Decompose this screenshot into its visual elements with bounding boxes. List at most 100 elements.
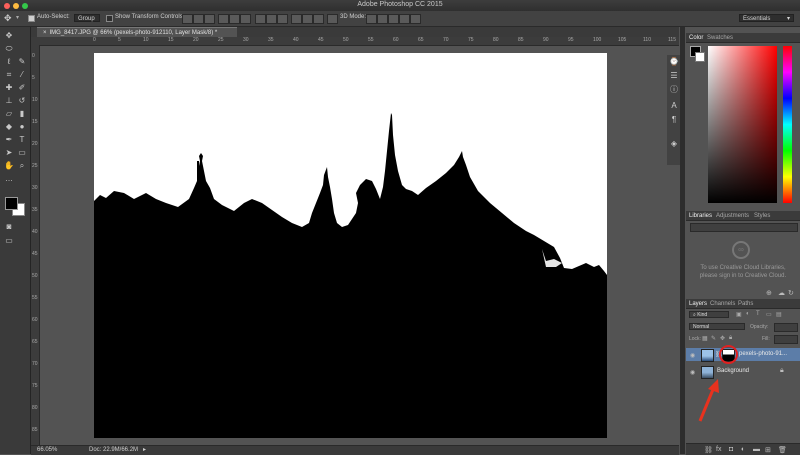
- document-canvas[interactable]: [94, 53, 607, 438]
- new-group-icon[interactable]: ▬: [753, 446, 760, 453]
- 3d-roll-button[interactable]: [377, 14, 388, 24]
- zoom-icon[interactable]: ⌕: [16, 160, 28, 171]
- tab-layers[interactable]: Layers: [689, 300, 707, 308]
- layer-style-icon[interactable]: fx: [716, 446, 721, 453]
- layer-filter-dropdown[interactable]: ⌕ Kind: [689, 311, 729, 318]
- quick-mask-icon[interactable]: ◙: [3, 221, 15, 232]
- stamp-icon[interactable]: ⊥: [3, 95, 15, 106]
- distribute-left-button[interactable]: [291, 14, 302, 24]
- adjustment-layer-icon[interactable]: ◐: [741, 446, 745, 453]
- tab-adjustments[interactable]: Adjustments: [716, 212, 749, 220]
- align-vcenter-button[interactable]: [193, 14, 204, 24]
- align-left-button[interactable]: [218, 14, 229, 24]
- gradient-icon[interactable]: ▮: [16, 108, 28, 119]
- 3d-slide-button[interactable]: [399, 14, 410, 24]
- lock-all-icon[interactable]: 🔒︎: [729, 335, 732, 342]
- marquee-icon[interactable]: ⬭: [3, 43, 15, 54]
- tab-paths[interactable]: Paths: [738, 300, 753, 308]
- healing-icon[interactable]: ✚: [3, 82, 15, 93]
- screen-mode-icon[interactable]: ▭: [3, 235, 15, 246]
- 3d-rotate-button[interactable]: [366, 14, 377, 24]
- eraser-icon[interactable]: ▱: [3, 108, 15, 119]
- align-bottom-button[interactable]: [204, 14, 215, 24]
- layer-name[interactable]: pexels-photo-91...: [739, 351, 787, 357]
- layer-name-background[interactable]: Background: [717, 368, 749, 374]
- link-layers-icon[interactable]: ⛓: [704, 446, 713, 454]
- info-panel-icon[interactable]: ⓘ: [669, 85, 679, 95]
- hand-icon[interactable]: ✋: [3, 160, 15, 171]
- paragraph-panel-icon[interactable]: ¶: [669, 115, 679, 125]
- shape-icon[interactable]: ▭: [16, 147, 28, 158]
- properties-panel-icon[interactable]: ☰: [669, 71, 679, 81]
- character-panel-icon[interactable]: A: [669, 101, 679, 111]
- filter-shape-icon[interactable]: ▭: [766, 311, 772, 318]
- fill-field[interactable]: [774, 335, 798, 344]
- align-right-button[interactable]: [240, 14, 251, 24]
- crop-icon[interactable]: ⌗: [3, 69, 15, 80]
- filter-pixel-icon[interactable]: ▣: [736, 311, 742, 318]
- hue-slider[interactable]: [783, 46, 792, 203]
- sync-icon[interactable]: ↻: [788, 289, 794, 297]
- blend-mode-dropdown[interactable]: Normal: [689, 323, 745, 330]
- vertical-ruler[interactable]: 0 5 10 15 20 25 30 35 40 45 50 55 60 65 70 75 80 85: [31, 45, 40, 445]
- align-hcenter-button[interactable]: [229, 14, 240, 24]
- horizontal-ruler[interactable]: 0 5 10 15 20 25 30 35 40 45 50 55 60 65 70 75 80 85 90 95 10…: [31, 37, 679, 46]
- lock-image-icon[interactable]: ✎: [711, 335, 716, 342]
- type-icon[interactable]: T: [16, 134, 28, 145]
- ruler-tick-label: 50: [32, 273, 38, 279]
- tab-color[interactable]: Color: [689, 34, 703, 42]
- move-icon[interactable]: ✥: [3, 30, 15, 41]
- document-tab[interactable]: × IMG_8417.JPG @ 66% (pexels-photo-912110…: [37, 27, 237, 37]
- add-content-icon[interactable]: ⊕: [766, 289, 772, 297]
- workspace-dropdown[interactable]: Essentials ▾: [739, 14, 794, 22]
- lock-transparency-icon[interactable]: ▦: [702, 335, 708, 342]
- lasso-icon[interactable]: ℓ: [3, 56, 15, 67]
- history-panel-icon[interactable]: ⌚: [669, 57, 679, 67]
- auto-align-button[interactable]: [327, 14, 338, 24]
- tab-channels[interactable]: Channels: [710, 300, 735, 308]
- history-brush-icon[interactable]: ↺: [16, 95, 28, 106]
- pen-icon[interactable]: ✒: [3, 134, 15, 145]
- distribute-top-button[interactable]: [255, 14, 266, 24]
- color-saturation-field[interactable]: [708, 46, 777, 203]
- tab-swatches[interactable]: Swatches: [707, 34, 733, 42]
- 3d-drag-button[interactable]: [388, 14, 399, 24]
- brush-icon[interactable]: ✐: [16, 82, 28, 93]
- distribute-bottom-button[interactable]: [277, 14, 288, 24]
- 3d-panel-icon[interactable]: ◈: [669, 139, 679, 149]
- filter-adjustment-icon[interactable]: ◐: [746, 311, 750, 317]
- trash-icon[interactable]: 🗑︎: [778, 446, 787, 454]
- dodge-icon[interactable]: ●: [16, 121, 28, 132]
- library-select[interactable]: [690, 223, 798, 232]
- filter-type-icon[interactable]: T: [756, 311, 760, 317]
- move-tool-preset-icon[interactable]: ✥: [4, 13, 12, 24]
- visibility-eye-icon[interactable]: ◉: [690, 352, 695, 359]
- tab-libraries[interactable]: Libraries: [689, 212, 712, 220]
- quick-select-icon[interactable]: ✎: [16, 56, 28, 67]
- distribute-right-button[interactable]: [313, 14, 324, 24]
- 3d-scale-button[interactable]: [410, 14, 421, 24]
- filter-smart-icon[interactable]: ▤: [776, 311, 782, 318]
- cloud-icon[interactable]: ☁: [778, 289, 785, 297]
- show-transform-checkbox[interactable]: [106, 15, 113, 22]
- lock-position-icon[interactable]: ✥: [720, 335, 725, 342]
- auto-select-dropdown[interactable]: Group: [74, 14, 100, 22]
- opacity-field[interactable]: [774, 323, 798, 332]
- distribute-hcenter-button[interactable]: [302, 14, 313, 24]
- distribute-vcenter-button[interactable]: [266, 14, 277, 24]
- blur-icon[interactable]: ◆: [3, 121, 15, 132]
- add-mask-icon[interactable]: ◘: [729, 446, 733, 453]
- eyedropper-icon[interactable]: ⁄: [16, 69, 28, 80]
- foreground-color-swatch[interactable]: [5, 197, 18, 210]
- preset-dropdown-icon[interactable]: ▾: [16, 14, 19, 21]
- color-background-swatch[interactable]: [695, 52, 705, 62]
- tab-styles[interactable]: Styles: [754, 212, 770, 220]
- align-top-button[interactable]: [182, 14, 193, 24]
- path-select-icon[interactable]: ➤: [3, 147, 15, 158]
- edit-toolbar-icon[interactable]: …: [3, 173, 15, 184]
- layer-row-selected[interactable]: ◉ ⛓ pexels-photo-91...: [686, 345, 800, 364]
- auto-select-checkbox[interactable]: [28, 15, 35, 22]
- visibility-eye-icon[interactable]: ◉: [690, 369, 695, 376]
- new-layer-icon[interactable]: ⊞: [765, 446, 771, 454]
- close-tab-icon[interactable]: ×: [43, 30, 47, 36]
